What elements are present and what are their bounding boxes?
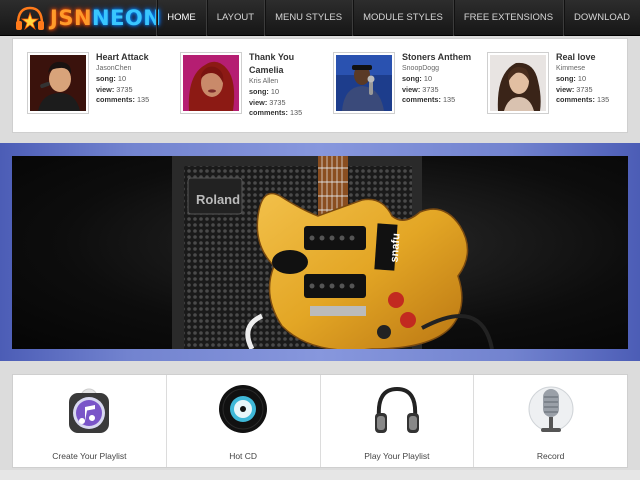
headphones-icon [372,383,422,433]
artist-name: Kimmese [556,65,586,72]
feature-record[interactable]: Record [473,375,627,467]
feature-label: Play Your Playlist [364,451,430,461]
artist-song-count: song: 10 [556,74,587,83]
artist-view-count: view: 3735 [402,84,439,94]
nav-download[interactable]: DOWNLOAD [563,0,640,36]
artist-comment-count: comments: 135 [96,95,150,104]
artist-photo[interactable] [487,52,549,114]
nav-free-extensions[interactable]: FREE EXTENSIONS [452,0,563,36]
artist-song-title[interactable]: Real love [556,51,636,64]
artist-view-count: view: 3735 [556,84,593,94]
artist-song-count: song: 10 [402,74,433,83]
artist-song-title[interactable]: Heart Attack [96,51,176,64]
artist-name: Kris Allen [249,78,279,85]
feature-label: Hot CD [229,451,258,461]
svg-text:snafu: snafu [389,233,403,263]
artist-name: SnoopDogg [402,65,439,72]
artist-card[interactable]: Real love Kimmese song: 10 view: 3735 co… [487,49,637,121]
site-logo[interactable]: JSNNEON [14,3,161,33]
feature-links: Create Your Playlist Hot CD Play Your Pl [12,374,628,468]
artist-song-title[interactable]: Thank You Camelia [249,51,329,77]
feature-label: Record [536,451,565,461]
feature-create-playlist[interactable]: Create Your Playlist [13,375,166,467]
microphone-icon [526,383,576,433]
logo-text-neon: NEON [92,6,162,30]
nav-home[interactable]: HOME [156,0,206,36]
main-nav: HOME LAYOUT MENU STYLES MODULE STYLES FR… [156,0,640,36]
artist-view-count: view: 3735 [249,97,286,107]
artist-song-title[interactable]: Stoners Anthem [402,51,482,64]
site-header: JSNNEON HOME LAYOUT MENU STYLES MODULE S… [0,0,640,36]
music-note-icon [64,383,114,433]
artist-comment-count: comments: 135 [249,108,303,117]
feature-play-playlist[interactable]: Play Your Playlist [319,375,474,467]
svg-text:Roland: Roland [196,192,240,207]
artist-photo[interactable] [180,52,242,114]
nav-menu-styles[interactable]: MENU STYLES [264,0,352,36]
artist-photo[interactable] [27,52,89,114]
logo-text-jsn: JSN [50,6,93,30]
nav-module-styles[interactable]: MODULE STYLES [352,0,453,36]
artist-comment-count: comments: 135 [556,95,610,104]
cd-icon [218,383,268,433]
artist-view-count: view: 3735 [96,84,133,94]
feature-hot-cd[interactable]: Hot CD [165,375,320,467]
artist-photo[interactable] [333,52,395,114]
artist-song-count: song: 10 [249,87,280,96]
artist-card[interactable]: Stoners Anthem SnoopDogg song: 10 view: … [333,49,483,121]
artist-song-count: song: 10 [96,74,127,83]
featured-artists-panel: Heart Attack JasonChen song: 10 view: 37… [12,38,628,133]
footer-edge [0,470,640,480]
nav-layout[interactable]: LAYOUT [205,0,264,36]
feature-label: Create Your Playlist [52,451,127,461]
hero-guitar-image[interactable]: Roland snafu [12,156,628,349]
artist-comment-count: comments: 135 [402,95,456,104]
headphone-star-logo-icon [14,4,46,32]
artist-card[interactable]: Heart Attack JasonChen song: 10 view: 37… [27,49,177,121]
artist-card[interactable]: Thank You Camelia Kris Allen song: 10 vi… [180,49,330,121]
artist-name: JasonChen [96,65,132,72]
